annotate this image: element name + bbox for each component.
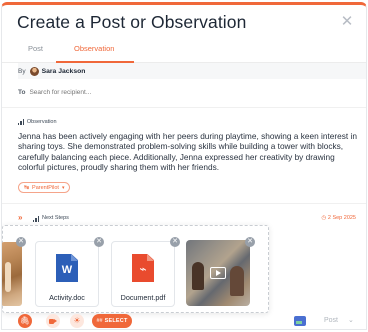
remove-attachment-icon[interactable]: ✕ (245, 237, 255, 247)
attachment-tile-pdf[interactable]: ⌁ Document.pdf (111, 241, 175, 307)
date-text: 2 Sep 2025 (327, 215, 356, 221)
select-tags-button[interactable]: ## SELECT (92, 314, 132, 328)
remove-attachment-icon[interactable]: ✕ (94, 237, 104, 247)
to-label: To (18, 89, 26, 96)
hashtag-icon: ## (96, 318, 103, 324)
attach-icon[interactable]: 🖇 (18, 314, 32, 328)
next-steps-label: Next Steps (42, 215, 69, 221)
attachment-photo-thumbnail[interactable] (2, 242, 22, 306)
remove-attachment-icon[interactable]: ✕ (16, 237, 26, 247)
close-icon[interactable]: ✕ (340, 14, 354, 29)
image-icon[interactable] (294, 316, 306, 326)
recipient-row: To (18, 89, 150, 96)
lightbulb-icon[interactable]: ☀ (70, 314, 84, 328)
word-doc-icon: W (56, 254, 78, 282)
author-name: Sara Jackson (41, 67, 86, 75)
observation-text[interactable]: Jenna has been actively engaging with he… (18, 131, 362, 173)
create-post-dialog: Create a Post or Observation ✕ Post Obse… (1, 2, 367, 330)
video-camera-icon[interactable] (46, 314, 60, 328)
chevron-down-icon[interactable]: ⌄ (348, 316, 354, 324)
attachment-name: Document.pdf (120, 293, 166, 302)
dialog-title: Create a Post or Observation (17, 12, 247, 32)
tab-bar: Post Observation (2, 41, 366, 63)
avatar (29, 66, 39, 76)
observation-section-header: Observation (18, 119, 57, 125)
parentpilot-dropdown[interactable]: ↹ ParentPilot ▾ (18, 182, 71, 193)
composer-toolbar: 🖇 ☀ ## SELECT Post ⌄ (2, 310, 366, 329)
parentpilot-icon: ↹ (24, 185, 30, 191)
recipient-search-input[interactable] (29, 89, 150, 96)
by-label: By (18, 67, 26, 75)
observation-section-label: Observation (26, 119, 57, 125)
pdf-doc-icon: ⌁ (132, 254, 154, 282)
divider (2, 203, 366, 204)
select-label: SELECT (104, 318, 128, 324)
chevron-down-icon: ▾ (61, 184, 65, 191)
attachment-name: Activity.doc (49, 293, 85, 302)
remove-attachment-icon[interactable]: ✕ (170, 237, 180, 247)
parentpilot-label: ParentPilot (32, 184, 59, 191)
next-steps-date[interactable]: ◷ 2 Sep 2025 (322, 215, 356, 221)
author-row: By Sara Jackson (18, 63, 366, 79)
tab-post[interactable]: Post (28, 44, 43, 53)
divider (2, 107, 366, 108)
tab-observation[interactable]: Observation (74, 44, 114, 53)
next-steps-row: » Next Steps ◷ 2 Sep 2025 (18, 213, 358, 224)
attachments-panel: ✕ W Activity.doc ✕ ⌁ Document.pdf ✕ ✕ (2, 225, 269, 313)
bar-chart-icon (33, 216, 39, 222)
double-chevron-icon[interactable]: » (18, 213, 22, 222)
dialog-header: Create a Post or Observation ✕ (17, 12, 366, 36)
attachment-video-thumbnail[interactable] (186, 240, 250, 306)
post-button[interactable]: Post (324, 317, 338, 324)
attachment-tile-word[interactable]: W Activity.doc (35, 241, 99, 307)
bar-chart-icon (18, 119, 24, 125)
